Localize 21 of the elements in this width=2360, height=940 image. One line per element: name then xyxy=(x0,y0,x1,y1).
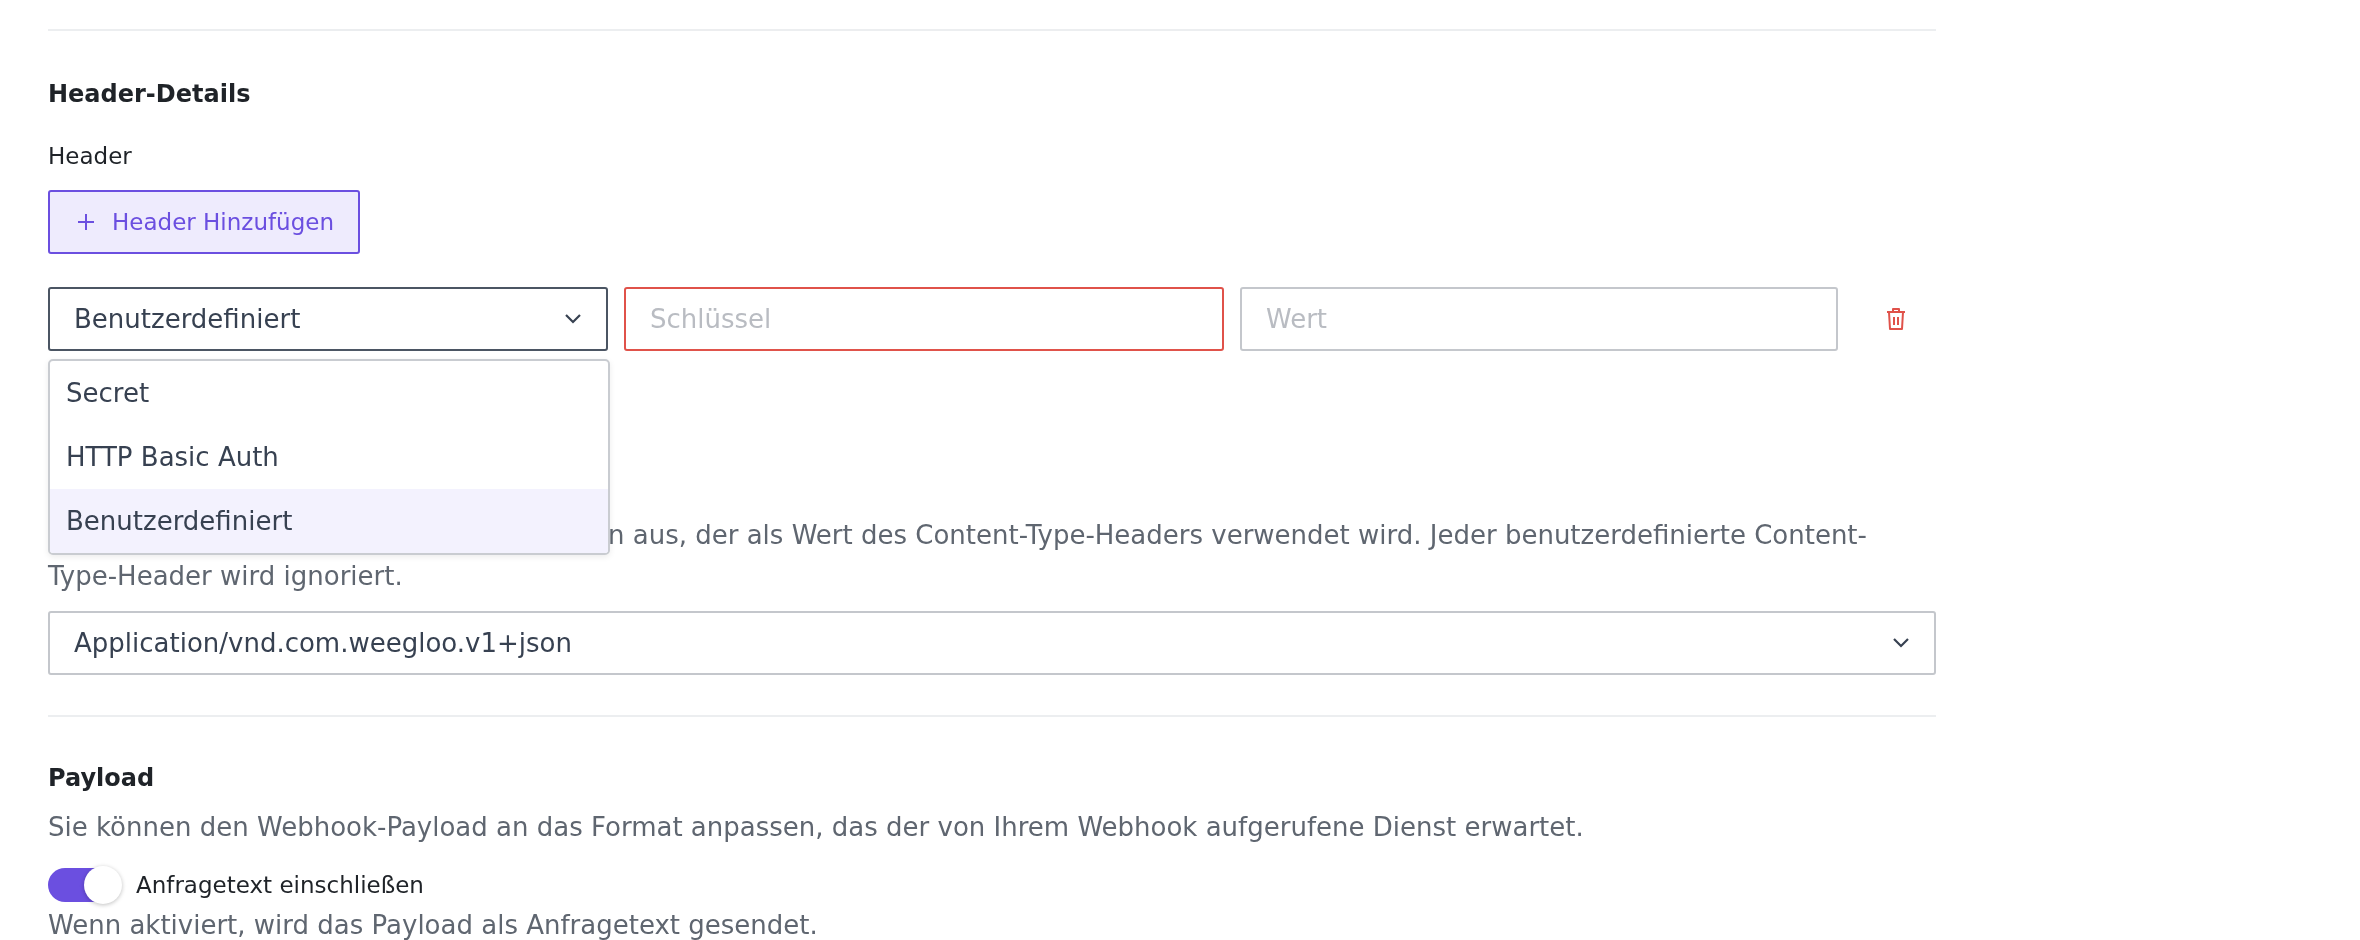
chevron-down-icon xyxy=(564,313,582,325)
add-header-button[interactable]: Header Hinzufügen xyxy=(48,190,360,254)
plus-icon xyxy=(76,212,96,232)
description-text: Type-Header wird ignoriert. xyxy=(48,560,403,593)
description-text: Sie können den Webhook-Payload an das Format anpassen, das der von Ihrem Webhook aufgerufene Dienst erwartet. xyxy=(48,811,1584,844)
dropdown-option[interactable]: Benutzerdefiniert xyxy=(50,489,608,553)
section-heading: Payload xyxy=(48,763,156,794)
delete-icon[interactable] xyxy=(1885,306,1907,332)
field-label: Header xyxy=(48,142,133,171)
toggle-label: Anfragetext einschließen xyxy=(136,872,424,898)
dropdown-option[interactable]: HTTP Basic Auth xyxy=(50,425,608,489)
content-type-select[interactable]: Application/vnd.com.weegloo.v1+json xyxy=(48,611,1936,675)
section-heading: Header-Details xyxy=(48,79,252,110)
hint-text: Wenn aktiviert, wird das Payload als Anfragetext gesendet. xyxy=(48,910,818,940)
chevron-down-icon xyxy=(1892,637,1910,649)
description-text: n aus, der als Wert des Content-Type-Headers verwendet wird. Jeder benutzerdefinierte Content- xyxy=(608,519,1867,552)
key-input[interactable]: Schlüssel xyxy=(624,287,1224,351)
value-input[interactable]: Wert xyxy=(1240,287,1838,351)
toggle-switch[interactable] xyxy=(48,868,120,902)
dropdown-option[interactable]: Secret xyxy=(50,361,608,425)
header-type-select[interactable]: Benutzerdefiniert xyxy=(48,287,608,351)
